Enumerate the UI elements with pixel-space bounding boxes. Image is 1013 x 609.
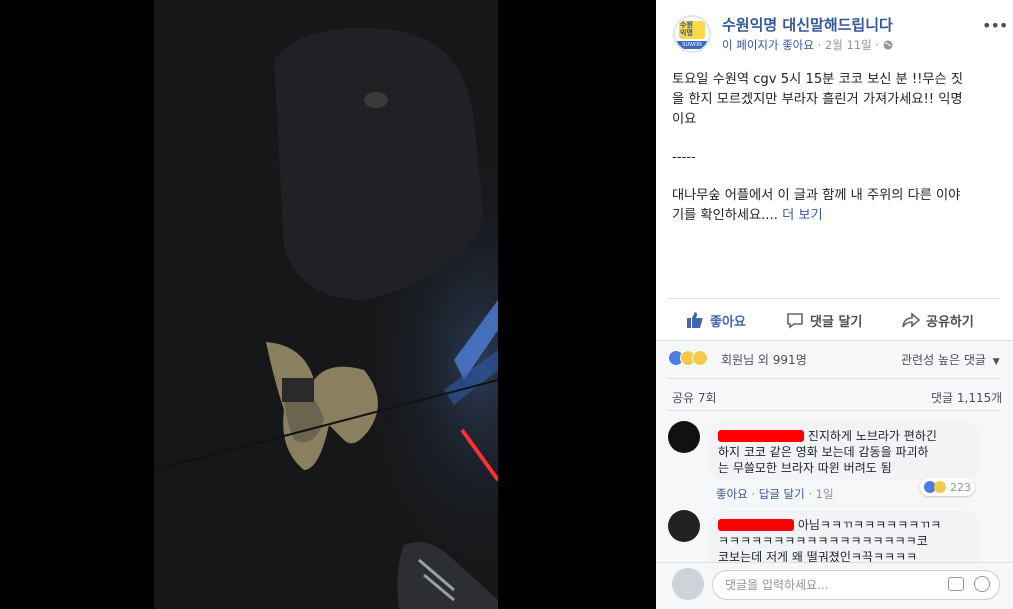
post-photo[interactable]: [154, 0, 498, 609]
wow-reaction-icon: [692, 350, 708, 366]
photo-scene: [154, 0, 498, 609]
like-button[interactable]: 좋아요: [686, 308, 746, 332]
user-avatar[interactable]: [672, 568, 704, 600]
post-text-line: 토요일 수원역 cgv 5시 15분 코코 보신 분 !!무슨 짓: [672, 72, 964, 87]
post-separator: -----: [672, 150, 696, 165]
post-text-line: 이요: [672, 112, 697, 127]
sticker-icon[interactable]: [974, 576, 990, 592]
divider: [668, 410, 1000, 411]
comment-bubble: 아님ㅋㅋㄲㅋㅋㅋㅋㅋㅋㄲㅋ ㅋㅋㅋㅋㅋㅋㅋㅋㅋㅋㅋㅋㅋㅋㅋㅋㅋㅋ코 코보는데 저…: [708, 511, 980, 567]
chevron-down-icon: ▼: [992, 357, 1000, 367]
page-meta: 이 페이지가 좋아요 · 2월 11일 ·: [722, 37, 893, 53]
redacted-name: [718, 519, 794, 531]
page-name-link[interactable]: 수원익명 대신말해드립니다: [722, 14, 893, 35]
divider: [668, 378, 1000, 379]
redacted-name: [718, 430, 804, 442]
comment-like-link[interactable]: 좋아요: [716, 487, 748, 501]
comment-text: 는 무쓸모한 브라자 따윈 버려도 됨: [718, 461, 892, 475]
reaction-count[interactable]: 회원님 외 991명: [721, 351, 807, 368]
share-icon: [902, 312, 920, 328]
haha-reaction-icon: [934, 481, 946, 493]
post-panel: 수원 익명 SUWON 수원익명 대신말해드립니다 이 페이지가 좋아요 · 2…: [656, 0, 1013, 609]
avatar[interactable]: [668, 510, 700, 542]
comment-time[interactable]: 1일: [816, 487, 834, 501]
comment-text: 아님ㅋㅋㄲㅋㅋㅋㅋㅋㅋㄲㅋ: [797, 518, 942, 532]
logo-subtext: SUWON: [677, 41, 707, 49]
comment-text: 진지하게 노브라가 편하긴: [807, 429, 937, 443]
post-text-line: 기를 확인하세요....: [672, 208, 778, 223]
like-label: 좋아요: [710, 314, 746, 330]
comment-count[interactable]: 댓글 1,115개: [931, 389, 1002, 406]
comment-sort-dropdown[interactable]: 관련성 높은 댓글 ▼: [901, 351, 1000, 368]
post-date[interactable]: 2월 11일: [825, 38, 872, 52]
comment-button[interactable]: 댓글 달기: [786, 308, 862, 332]
divider: [668, 298, 1000, 299]
comment-icon: [787, 313, 803, 329]
sort-label: 관련성 높은 댓글: [901, 353, 986, 367]
reply-link[interactable]: 답글 달기: [759, 487, 805, 501]
photo-viewer: [0, 0, 656, 609]
see-more-link[interactable]: 더 보기: [782, 208, 823, 223]
post-text-line: 대나무숲 어플에서 이 글과 함께 내 주위의 다른 이야: [672, 188, 961, 203]
post-text-line: 을 한지 모르겠지만 부라자 흘린거 가져가세요!! 익명: [672, 92, 963, 107]
share-count[interactable]: 공유 7회: [672, 389, 717, 406]
share-button[interactable]: 공유하기: [902, 308, 974, 332]
comment-bubble: 진지하게 노브라가 편하긴 하지 코코 같은 영화 보는데 감동을 파괴하 는 …: [708, 422, 980, 480]
more-options-icon[interactable]: •••: [982, 16, 1008, 35]
page-avatar[interactable]: 수원 익명 SUWON: [673, 15, 711, 53]
logo-text: 수원 익명: [680, 21, 693, 37]
reaction-total: 223: [950, 480, 971, 494]
share-label: 공유하기: [926, 314, 974, 330]
avatar[interactable]: [668, 421, 700, 453]
comment-text: 하지 코코 같은 영화 보는데 감동을 파괴하: [718, 445, 929, 459]
comment-label: 댓글 달기: [810, 314, 863, 330]
reaction-icons[interactable]: [668, 350, 718, 368]
comment-placeholder: 댓글을 입력하세요...: [725, 578, 829, 592]
globe-icon: [883, 40, 893, 50]
post-body: 토요일 수원역 cgv 5시 15분 코코 보신 분 !!무슨 짓 을 한지 모…: [672, 70, 1002, 226]
comment-actions: 좋아요 · 답글 달기 · 1일: [716, 487, 834, 501]
camera-icon[interactable]: [948, 577, 964, 591]
comment-text: ㅋㅋㅋㅋㅋㅋㅋㅋㅋㅋㅋㅋㅋㅋㅋㅋㅋㅋ코: [718, 534, 928, 548]
follow-link[interactable]: 이 페이지가 좋아요: [722, 38, 814, 52]
thumbs-up-icon: [687, 312, 703, 328]
comment-reactions[interactable]: 223: [920, 478, 975, 496]
